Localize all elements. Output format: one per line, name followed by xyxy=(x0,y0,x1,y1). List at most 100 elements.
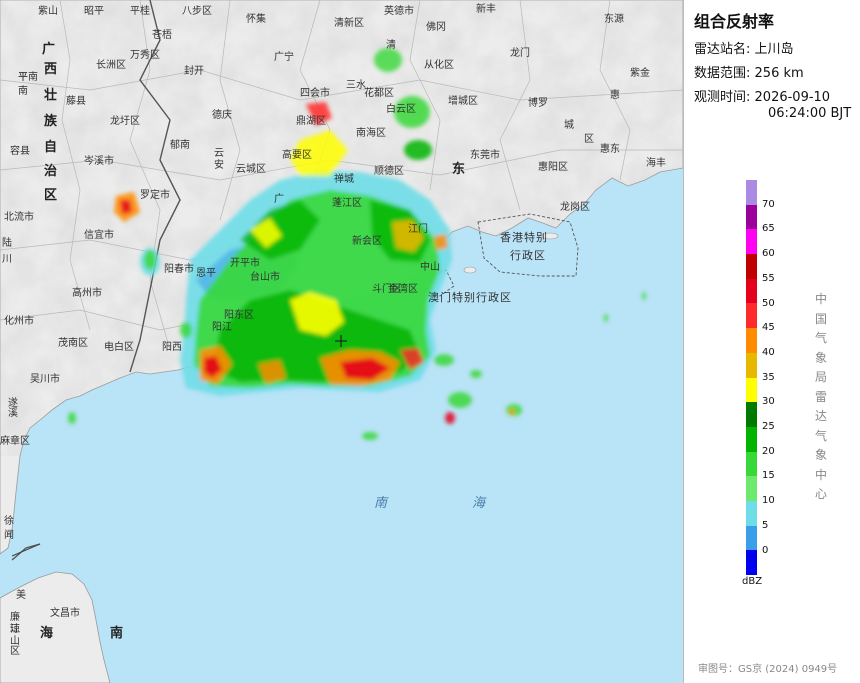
radar-map[interactable]: 紫山 昭平 平桂 八步区 怀集 清新区 英德市 新丰 东源 苍梧 万秀区 长洲区 封开 广宁 佛冈 从化区 龙门… xyxy=(0,0,684,683)
place-label: 中山 xyxy=(420,262,440,273)
range-value: 256 km xyxy=(754,66,804,81)
place-label: 壮 xyxy=(44,88,58,103)
scale-tick-label: 45 xyxy=(762,322,775,334)
place-label: 安 xyxy=(214,160,224,171)
place-label: 万秀区 xyxy=(130,50,160,61)
place-label: 北流市 xyxy=(4,212,34,223)
map-canvas xyxy=(0,0,683,683)
place-label: 东 xyxy=(452,162,466,177)
place-label: 化州市 xyxy=(4,316,34,327)
place-label: 金湾区 xyxy=(388,284,418,295)
place-label: 海丰 xyxy=(646,158,666,169)
place-label: 三水 xyxy=(346,80,366,91)
scale-tick-label: 25 xyxy=(762,421,775,432)
place-label: 南海区 xyxy=(356,128,386,139)
place-label: 麻章区 xyxy=(0,436,30,447)
station-row: 雷达站名: 上川岛 xyxy=(694,38,794,57)
place-label: 廉 xyxy=(10,612,20,623)
scale-segment xyxy=(746,328,757,353)
map-approval-number: 审图号：GS京 (2024) 0949号 xyxy=(698,664,838,675)
place-label: 佛冈 xyxy=(426,22,446,33)
scale-tick-label: 60 xyxy=(762,248,775,260)
scale-tick-label: 55 xyxy=(762,272,775,284)
place-label: 川 xyxy=(2,254,12,265)
place-label: 龙圩区 xyxy=(110,116,140,127)
place-label: 江门 xyxy=(408,224,428,235)
scale-tick-label: 20 xyxy=(762,445,775,457)
place-label: 广 xyxy=(42,42,56,57)
place-label: 英德市 xyxy=(384,6,414,17)
place-label: 高州市 xyxy=(72,288,102,299)
place-label: 城 xyxy=(564,120,574,131)
place-label: 花都区 xyxy=(364,88,394,99)
place-label: 云城区 xyxy=(236,164,266,175)
place-label: 阳江 xyxy=(212,322,232,333)
scale-segment xyxy=(746,525,757,551)
scale-tick-label: 50 xyxy=(762,297,775,309)
place-label: 八步区 xyxy=(182,6,212,17)
place-label: 增城区 xyxy=(448,96,478,107)
scale-tick-label: 70 xyxy=(762,198,775,210)
place-label: 区 xyxy=(584,134,594,145)
place-label: 怀集 xyxy=(246,14,266,25)
place-label: 高要区 xyxy=(282,150,312,161)
place-label: 开平市 xyxy=(230,258,260,269)
scale-tick-label: 30 xyxy=(762,396,775,408)
place-label: 惠阳区 xyxy=(538,162,568,173)
scale-segment xyxy=(746,204,757,230)
color-scale xyxy=(746,180,757,575)
place-label: 德庆 xyxy=(212,110,232,121)
place-label: 西 xyxy=(44,62,58,77)
place-label: 美 xyxy=(16,590,26,601)
scale-segment xyxy=(746,550,757,575)
scale-tick-label: 65 xyxy=(762,223,775,235)
place-label: 惠 xyxy=(610,90,620,101)
place-label: 昭平 xyxy=(84,6,104,17)
place-label: 闻 xyxy=(4,530,14,541)
range-label: 数据范围: xyxy=(694,66,751,81)
place-label: 平桂 xyxy=(130,6,150,17)
place-label: 顺德区 xyxy=(374,166,404,177)
place-label: 郁南 xyxy=(170,140,190,151)
place-label: 澳门特别行政区 xyxy=(428,291,512,304)
scale-tick-label: 0 xyxy=(762,544,769,556)
place-label: 恩平 xyxy=(196,268,216,279)
scale-segment xyxy=(746,402,757,427)
place-label: 族 xyxy=(44,114,58,129)
scale-tick-label: 10 xyxy=(762,495,775,507)
place-label: 治 xyxy=(44,164,58,179)
place-label: 白云区 xyxy=(386,104,416,115)
station-label: 雷达站名: xyxy=(694,42,751,57)
scale-segment xyxy=(746,180,757,205)
scale-segment xyxy=(746,377,757,403)
place-label: 云 xyxy=(214,148,224,159)
place-label: 鼎湖区 xyxy=(296,116,326,127)
place-label: 藤县 xyxy=(66,96,86,107)
place-label: 清新区 xyxy=(334,18,364,29)
place-label: 香港特别 xyxy=(500,231,548,244)
place-label: 阳西 xyxy=(162,342,182,353)
place-label: 电白区 xyxy=(104,342,134,353)
place-label: 新会区 xyxy=(352,236,382,247)
product-title: 组合反射率 xyxy=(694,12,775,31)
place-label: 紫金 xyxy=(630,68,650,79)
place-label: 琼 xyxy=(10,624,20,635)
place-label: 南 xyxy=(110,626,124,641)
place-label: 区 xyxy=(10,646,20,657)
scale-segment xyxy=(746,278,757,304)
scale-tick-label: 15 xyxy=(762,470,775,482)
scale-tick-label: 5 xyxy=(762,519,769,531)
place-label: 广 xyxy=(274,194,284,205)
place-label: 吴川市 xyxy=(30,374,60,385)
scale-segment xyxy=(746,254,757,279)
place-label: 台山市 xyxy=(250,272,280,283)
scale-segment xyxy=(746,303,757,329)
scale-segment xyxy=(746,476,757,501)
place-label: 岑溪市 xyxy=(84,156,114,167)
scale-segment xyxy=(746,451,757,477)
scale-unit: dBZ xyxy=(742,576,763,587)
place-label: 海 xyxy=(40,626,54,641)
place-label: 陆 xyxy=(2,238,12,249)
scale-segment xyxy=(746,426,757,452)
place-label: 罗定市 xyxy=(140,190,170,201)
